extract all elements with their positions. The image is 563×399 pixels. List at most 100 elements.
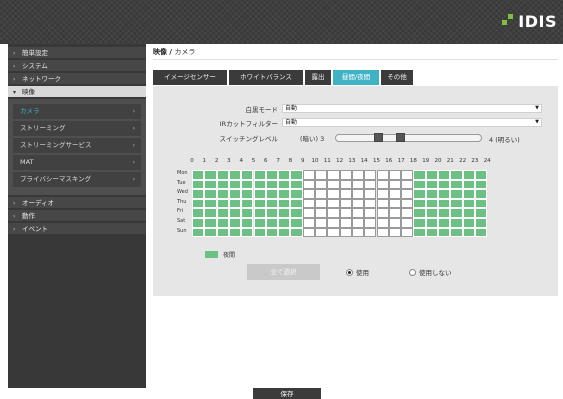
select-all-button[interactable]: 全て選択 [247, 264, 320, 280]
schedule-cell[interactable] [438, 218, 451, 228]
schedule-cell[interactable] [474, 189, 488, 199]
tab-day-night[interactable]: 昼間/夜間 [333, 70, 379, 85]
save-button[interactable]: 保存 [253, 388, 321, 399]
schedule-cell[interactable] [339, 227, 352, 238]
schedule-cell[interactable] [450, 208, 463, 218]
schedule-cell[interactable] [241, 179, 254, 190]
schedule-cell[interactable] [425, 227, 438, 238]
schedule-cell[interactable] [327, 198, 340, 209]
sidebar-item-network[interactable]: › ネットワーク [8, 73, 146, 86]
schedule-cell[interactable] [228, 198, 242, 209]
schedule-cell[interactable] [228, 227, 242, 238]
schedule-cell[interactable] [192, 218, 205, 228]
schedule-cell[interactable] [216, 208, 229, 218]
schedule-cell[interactable] [204, 218, 217, 228]
schedule-cell[interactable] [302, 218, 315, 228]
slider-handle-high[interactable] [396, 133, 405, 142]
schedule-cell[interactable] [192, 179, 205, 190]
schedule-cell[interactable] [438, 189, 451, 199]
submenu-item-privacy-masking[interactable]: プライバシーマスキング › [13, 172, 141, 187]
schedule-cell[interactable] [474, 170, 488, 180]
schedule-cell[interactable] [290, 189, 303, 199]
schedule-cell[interactable] [302, 198, 315, 209]
schedule-cell[interactable] [413, 198, 426, 209]
schedule-cell[interactable] [253, 170, 266, 180]
schedule-cell[interactable] [364, 227, 377, 238]
schedule-cell[interactable] [290, 227, 303, 238]
mode-select[interactable]: 自動 ▼ [282, 104, 542, 113]
submenu-item-streaming-service[interactable]: ストリーミングサービス › [13, 138, 141, 153]
schedule-cell[interactable] [364, 208, 377, 218]
schedule-cell[interactable] [450, 227, 463, 238]
sidebar-item-motion[interactable]: › 動作 [8, 210, 146, 223]
schedule-cell[interactable] [265, 179, 279, 190]
sidebar-item-system[interactable]: › システム [8, 60, 146, 73]
schedule-cell[interactable] [290, 179, 303, 190]
schedule-cell[interactable] [290, 208, 303, 218]
schedule-cell[interactable] [265, 189, 279, 199]
schedule-cell[interactable] [376, 208, 389, 218]
tab-white-balance[interactable]: ホワイトバランス [229, 70, 303, 85]
schedule-cell[interactable] [278, 208, 291, 218]
schedule-cell[interactable] [474, 179, 488, 190]
schedule-cell[interactable] [265, 170, 279, 180]
schedule-cell[interactable] [204, 189, 217, 199]
schedule-cell[interactable] [462, 170, 475, 180]
schedule-cell[interactable] [315, 189, 328, 199]
schedule-cell[interactable] [401, 227, 414, 238]
submenu-item-streaming[interactable]: ストリーミング › [13, 121, 141, 136]
schedule-cell[interactable] [339, 179, 352, 190]
slider-handle-low[interactable] [374, 133, 383, 142]
schedule-cell[interactable] [204, 227, 217, 238]
schedule-cell[interactable] [253, 208, 266, 218]
schedule-cell[interactable] [438, 227, 451, 238]
schedule-cell[interactable] [253, 179, 266, 190]
schedule-cell[interactable] [462, 198, 475, 209]
schedule-cell[interactable] [413, 189, 426, 199]
schedule-cell[interactable] [265, 198, 279, 209]
schedule-cell[interactable] [413, 227, 426, 238]
schedule-cell[interactable] [327, 189, 340, 199]
schedule-cell[interactable] [339, 170, 352, 180]
schedule-cell[interactable] [204, 170, 217, 180]
schedule-cell[interactable] [278, 179, 291, 190]
schedule-cell[interactable] [364, 170, 377, 180]
schedule-cell[interactable] [241, 198, 254, 209]
schedule-cell[interactable] [425, 218, 438, 228]
schedule-cell[interactable] [302, 189, 315, 199]
schedule-cell[interactable] [462, 208, 475, 218]
schedule-cell[interactable] [450, 170, 463, 180]
schedule-cell[interactable] [253, 198, 266, 209]
schedule-cell[interactable] [462, 227, 475, 238]
schedule-cell[interactable] [376, 227, 389, 238]
schedule-cell[interactable] [241, 170, 254, 180]
schedule-cell[interactable] [462, 189, 475, 199]
schedule-cell[interactable] [265, 208, 279, 218]
schedule-cell[interactable] [315, 208, 328, 218]
schedule-cell[interactable] [351, 208, 365, 218]
schedule-cell[interactable] [376, 170, 389, 180]
schedule-cell[interactable] [253, 218, 266, 228]
radio-use[interactable]: 使用 [346, 267, 369, 277]
schedule-cell[interactable] [376, 218, 389, 228]
schedule-cell[interactable] [278, 170, 291, 180]
schedule-cell[interactable] [204, 179, 217, 190]
schedule-cell[interactable] [438, 198, 451, 209]
schedule-cell[interactable] [327, 179, 340, 190]
schedule-cell[interactable] [192, 189, 205, 199]
schedule-cell[interactable] [216, 189, 229, 199]
tab-image-sensor[interactable]: イメージセンサー [153, 70, 227, 85]
schedule-cell[interactable] [376, 189, 389, 199]
schedule-cell[interactable] [388, 208, 402, 218]
schedule-cell[interactable] [192, 170, 205, 180]
schedule-cell[interactable] [401, 170, 414, 180]
schedule-cell[interactable] [438, 208, 451, 218]
schedule-cell[interactable] [278, 189, 291, 199]
schedule-cell[interactable] [413, 208, 426, 218]
schedule-cell[interactable] [315, 179, 328, 190]
schedule-cell[interactable] [339, 198, 352, 209]
schedule-cell[interactable] [351, 198, 365, 209]
schedule-cell[interactable] [388, 189, 402, 199]
schedule-cell[interactable] [401, 189, 414, 199]
schedule-cell[interactable] [241, 218, 254, 228]
